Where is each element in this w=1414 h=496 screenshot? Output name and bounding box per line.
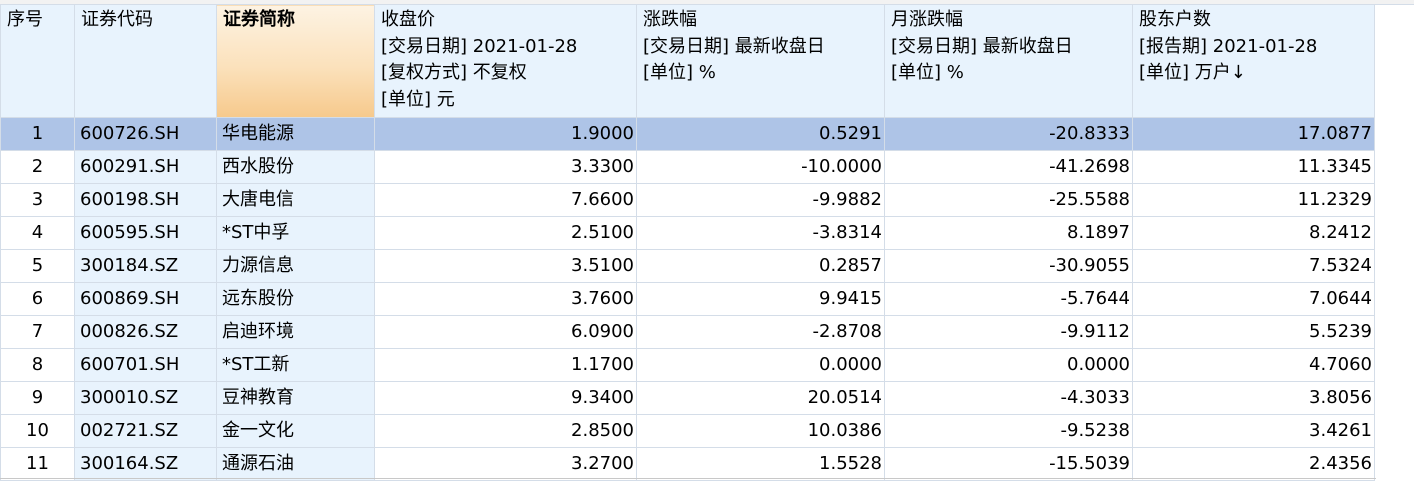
security-code-cell[interactable]: 000826.SZ [74, 315, 217, 349]
shareholder-count-cell[interactable]: 8.2412 [1132, 216, 1375, 250]
monthly-change-pct-cell[interactable]: -9.5238 [884, 414, 1133, 448]
table-row[interactable]: 4 600595.SH *ST中孚 2.5100 -3.8314 8.1897 8.2412 [0, 216, 1375, 250]
security-code-cell[interactable]: 300184.SZ [74, 249, 217, 283]
security-name-cell[interactable]: 华电能源 [216, 117, 375, 151]
security-code-cell[interactable]: 600291.SH [74, 150, 217, 184]
change-pct-cell[interactable]: 0.0000 [636, 348, 885, 382]
row-index-cell[interactable]: 10 [0, 414, 75, 448]
shareholder-count-cell[interactable]: 11.3345 [1132, 150, 1375, 184]
change-pct-cell[interactable]: 20.0514 [636, 381, 885, 415]
security-name-cell[interactable]: 金一文化 [216, 414, 375, 448]
change-pct-cell[interactable]: 10.0386 [636, 414, 885, 448]
security-name-cell[interactable]: 西水股份 [216, 150, 375, 184]
row-index-cell[interactable]: 3 [0, 183, 75, 217]
change-pct-cell[interactable]: 0.5291 [636, 117, 885, 151]
table-row[interactable]: 9 300010.SZ 豆神教育 9.3400 20.0514 -4.3033 3.8056 [0, 381, 1375, 415]
security-name-cell[interactable]: 通源石油 [216, 447, 375, 481]
security-name-cell[interactable]: *ST中孚 [216, 216, 375, 250]
security-code-cell[interactable]: 300164.SZ [74, 447, 217, 481]
row-index-cell[interactable]: 9 [0, 381, 75, 415]
shareholder-count-cell[interactable]: 7.5324 [1132, 249, 1375, 283]
close-price-cell[interactable]: 1.1700 [374, 348, 637, 382]
shareholder-count-cell[interactable]: 5.5239 [1132, 315, 1375, 349]
change-pct-cell[interactable]: -9.9882 [636, 183, 885, 217]
column-header-shareholders[interactable]: 股东户数 [报告期] 2021-01-28 [单位] 万户↓ [1132, 4, 1375, 118]
monthly-change-pct-cell[interactable]: 8.1897 [884, 216, 1133, 250]
change-pct-cell[interactable]: -10.0000 [636, 150, 885, 184]
close-price-cell[interactable]: 3.3300 [374, 150, 637, 184]
column-header-code[interactable]: 证券代码 [74, 4, 217, 118]
monthly-change-pct-cell[interactable]: -25.5588 [884, 183, 1133, 217]
close-price-cell[interactable]: 7.6600 [374, 183, 637, 217]
security-code-cell[interactable]: 600701.SH [74, 348, 217, 382]
column-header-index[interactable]: 序号 [0, 4, 75, 118]
table-row[interactable]: 11 300164.SZ 通源石油 3.2700 1.5528 -15.5039 2.435… [0, 447, 1375, 481]
close-price-cell[interactable]: 2.8500 [374, 414, 637, 448]
shareholder-count-cell[interactable]: 7.0644 [1132, 282, 1375, 316]
monthly-change-pct-cell[interactable]: -15.5039 [884, 447, 1133, 481]
monthly-change-pct-cell[interactable]: -20.8333 [884, 117, 1133, 151]
security-name-cell[interactable]: 远东股份 [216, 282, 375, 316]
row-index-cell[interactable]: 1 [0, 117, 75, 151]
shareholder-count-cell[interactable]: 4.7060 [1132, 348, 1375, 382]
close-price-cell[interactable]: 2.5100 [374, 216, 637, 250]
change-pct-cell[interactable]: 0.2857 [636, 249, 885, 283]
change-pct-cell[interactable]: -3.8314 [636, 216, 885, 250]
close-price-cell[interactable]: 3.7600 [374, 282, 637, 316]
shareholder-count-cell[interactable]: 11.2329 [1132, 183, 1375, 217]
table-row[interactable]: 3 600198.SH 大唐电信 7.6600 -9.9882 -25.5588 11.23… [0, 183, 1375, 217]
shareholder-count-cell[interactable]: 2.4356 [1132, 447, 1375, 481]
row-index-cell[interactable]: 8 [0, 348, 75, 382]
row-index-cell[interactable]: 4 [0, 216, 75, 250]
close-price-cell[interactable]: 3.2700 [374, 447, 637, 481]
monthly-change-pct-cell[interactable]: -41.2698 [884, 150, 1133, 184]
table-row[interactable]: 2 600291.SH 西水股份 3.3300 -10.0000 -41.2698 11.3… [0, 150, 1375, 184]
table-row[interactable]: 7 000826.SZ 启迪环境 6.0900 -2.8708 -9.9112 5.5239 [0, 315, 1375, 349]
security-code-cell[interactable]: 600869.SH [74, 282, 217, 316]
column-header-monthly-change-pct[interactable]: 月涨跌幅 [交易日期] 最新收盘日 [单位] % [884, 4, 1133, 118]
security-name-cell[interactable]: *ST工新 [216, 348, 375, 382]
monthly-change-pct-cell[interactable]: -30.9055 [884, 249, 1133, 283]
security-code-cell[interactable]: 002721.SZ [74, 414, 217, 448]
security-code-cell[interactable]: 600726.SH [74, 117, 217, 151]
shareholder-count-cell[interactable]: 17.0877 [1132, 117, 1375, 151]
close-price-cell[interactable]: 6.0900 [374, 315, 637, 349]
close-price-cell[interactable]: 3.5100 [374, 249, 637, 283]
row-index-cell[interactable]: 5 [0, 249, 75, 283]
row-index-cell[interactable]: 6 [0, 282, 75, 316]
table-bottom-edge [0, 478, 1376, 479]
security-name-cell[interactable]: 豆神教育 [216, 381, 375, 415]
close-price-cell[interactable]: 1.9000 [374, 117, 637, 151]
shareholder-count-cell[interactable]: 3.8056 [1132, 381, 1375, 415]
security-name-cell[interactable]: 启迪环境 [216, 315, 375, 349]
column-header-change-pct[interactable]: 涨跌幅 [交易日期] 最新收盘日 [单位] % [636, 4, 885, 118]
monthly-change-pct-cell[interactable]: 0.0000 [884, 348, 1133, 382]
row-index-cell[interactable]: 11 [0, 447, 75, 481]
table-body: 1 600726.SH 华电能源 1.9000 0.5291 -20.8333 17.087… [0, 117, 1375, 481]
table-row[interactable]: 10 002721.SZ 金一文化 2.8500 10.0386 -9.5238 3.426… [0, 414, 1375, 448]
change-pct-cell[interactable]: -2.8708 [636, 315, 885, 349]
table-row[interactable]: 1 600726.SH 华电能源 1.9000 0.5291 -20.8333 17.087… [0, 117, 1375, 151]
change-pct-cell[interactable]: 9.9415 [636, 282, 885, 316]
row-index-cell[interactable]: 7 [0, 315, 75, 349]
securities-table: 序号 证券代码 证券简称 收盘价 [交易日期] 2021-01-28 [复权方式… [0, 4, 1375, 481]
row-index-cell[interactable]: 2 [0, 150, 75, 184]
security-name-cell[interactable]: 大唐电信 [216, 183, 375, 217]
change-pct-cell[interactable]: 1.5528 [636, 447, 885, 481]
table-header-row: 序号 证券代码 证券简称 收盘价 [交易日期] 2021-01-28 [复权方式… [0, 4, 1375, 118]
table-row[interactable]: 6 600869.SH 远东股份 3.7600 9.9415 -5.7644 7.0644 [0, 282, 1375, 316]
column-header-close-price[interactable]: 收盘价 [交易日期] 2021-01-28 [复权方式] 不复权 [单位] 元 [374, 4, 637, 118]
table-row[interactable]: 8 600701.SH *ST工新 1.1700 0.0000 0.0000 4.7060 [0, 348, 1375, 382]
security-code-cell[interactable]: 600198.SH [74, 183, 217, 217]
security-name-cell[interactable]: 力源信息 [216, 249, 375, 283]
column-header-name[interactable]: 证券简称 [216, 4, 375, 118]
shareholder-count-cell[interactable]: 3.4261 [1132, 414, 1375, 448]
monthly-change-pct-cell[interactable]: -9.9112 [884, 315, 1133, 349]
security-code-cell[interactable]: 600595.SH [74, 216, 217, 250]
monthly-change-pct-cell[interactable]: -5.7644 [884, 282, 1133, 316]
table-row[interactable]: 5 300184.SZ 力源信息 3.5100 0.2857 -30.9055 7.5324 [0, 249, 1375, 283]
security-code-cell[interactable]: 300010.SZ [74, 381, 217, 415]
close-price-cell[interactable]: 9.3400 [374, 381, 637, 415]
monthly-change-pct-cell[interactable]: -4.3033 [884, 381, 1133, 415]
